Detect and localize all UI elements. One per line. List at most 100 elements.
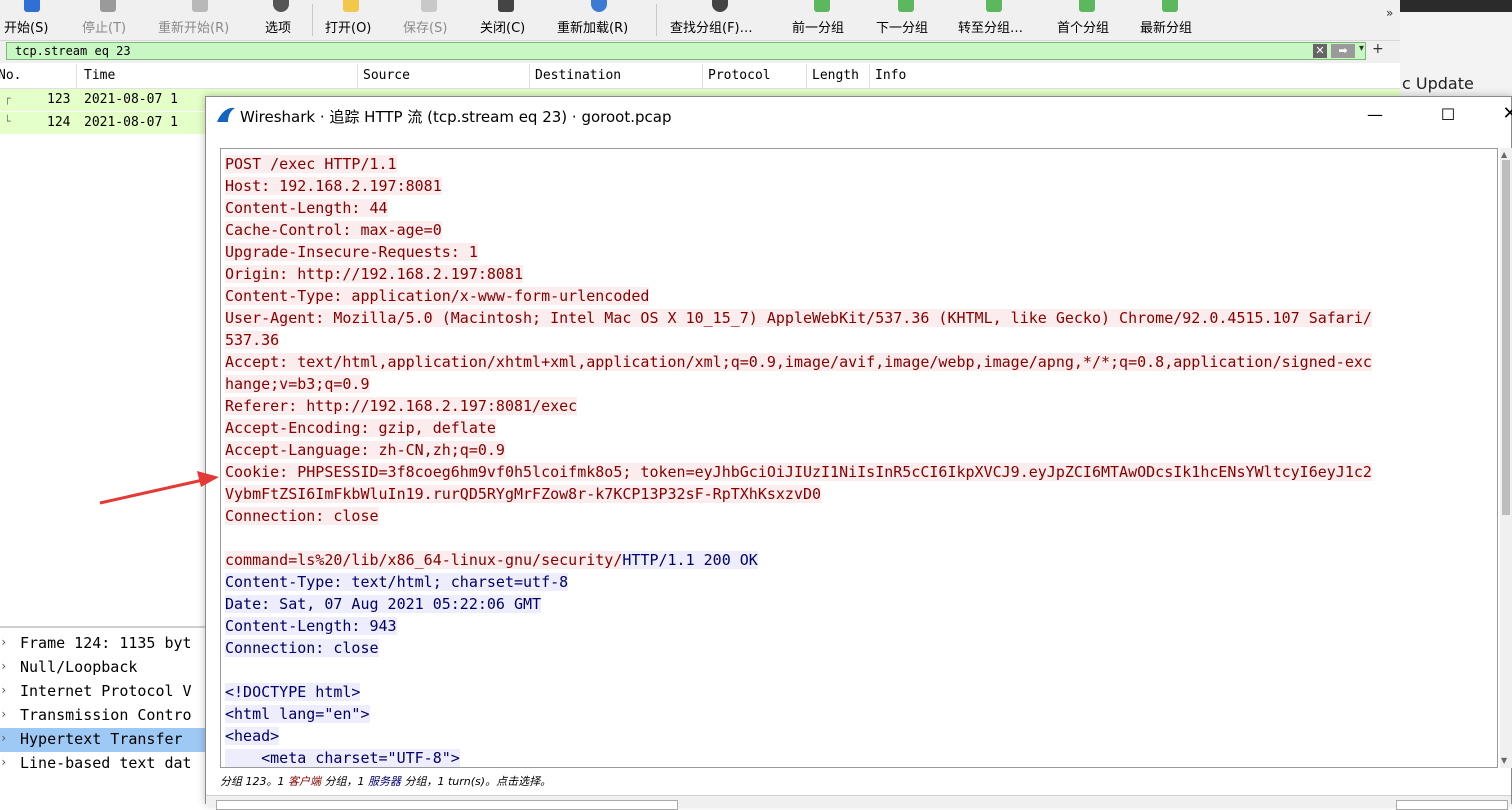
stream-line[interactable]: Content-Length: 44 (225, 197, 388, 219)
dialog-title: Wireshark · 追踪 HTTP 流 (tcp.stream eq 23)… (240, 108, 672, 126)
stream-line[interactable]: Cache-Control: max-age=0 (225, 219, 442, 241)
stream-line[interactable]: <meta charset="UTF-8"> (225, 747, 460, 767)
packet-number: 124 (47, 115, 71, 130)
stream-line-text: POST /exec HTTP/1.1 (225, 155, 397, 173)
stream-line-text: Content-Length: 44 (225, 199, 388, 217)
background-window-text: c Update (1402, 74, 1474, 93)
stream-line[interactable]: Host: 192.168.2.197:8081 (225, 175, 442, 197)
column-time[interactable]: Time (84, 68, 115, 83)
dialog-bottom-controls (206, 795, 1511, 810)
toolbar-separator (656, 4, 657, 36)
follow-http-stream-dialog: Wireshark · 追踪 HTTP 流 (tcp.stream eq 23)… (205, 96, 1512, 810)
conversation-select[interactable] (216, 800, 678, 810)
stream-line[interactable]: Date: Sat, 07 Aug 2021 05:22:06 GMT (225, 593, 542, 615)
column-length[interactable]: Length (812, 68, 859, 83)
stream-number-field[interactable] (1396, 800, 1508, 810)
stream-line-text: Connection: close (225, 639, 379, 657)
vertical-scrollbar[interactable]: ▲ ▼ (1500, 148, 1512, 768)
display-filter-input[interactable]: tcp.stream eq 23 ✕ ➡ ▾ (6, 42, 1366, 60)
stream-line[interactable]: Upgrade-Insecure-Requests: 1 (225, 241, 478, 263)
stream-line[interactable]: <!DOCTYPE html> (225, 681, 361, 703)
chevron-right-icon[interactable]: › (0, 755, 7, 769)
detail-item-null-loopback[interactable]: › Null/Loopback (0, 656, 210, 680)
toolbar-separator (312, 4, 313, 36)
stream-line[interactable]: Connection: close (225, 637, 379, 659)
stream-line[interactable]: Accept-Language: zh-CN,zh;q=0.9 (225, 439, 505, 461)
stream-line-text: Accept-Encoding: gzip, deflate (225, 419, 496, 437)
stream-line[interactable]: <html lang="en"> (225, 703, 370, 725)
scrollbar-thumb[interactable] (1502, 160, 1510, 515)
main-toolbar: 开始(S) 停止(T) 重新开始(R) 选项 打开(O) 保存(S) 关闭(C)… (0, 0, 1400, 41)
chevron-right-icon[interactable]: › (0, 707, 7, 721)
packet-number: 123 (47, 92, 71, 107)
stream-line[interactable]: <head> (225, 725, 280, 747)
column-no[interactable]: No. (0, 68, 21, 83)
display-filter-bar: tcp.stream eq 23 ✕ ➡ ▾ + (0, 41, 1400, 63)
chevron-right-icon[interactable]: › (0, 683, 7, 697)
stream-line[interactable]: Referer: http://192.168.2.197:8081/exec (225, 395, 578, 417)
stream-line[interactable]: User-Agent: Mozilla/5.0 (Macintosh; Inte… (225, 307, 1372, 329)
save-icon (421, 0, 437, 12)
chevron-right-icon[interactable]: › (0, 635, 7, 649)
background-window-titlebar (1400, 0, 1512, 12)
goto-icon (986, 0, 1002, 12)
add-filter-button-icon[interactable]: + (1372, 41, 1384, 57)
stream-line[interactable]: VybmFtZSI6ImFkbWluIn19.rurQD5RYgMrFZow8r… (225, 483, 822, 505)
column-info[interactable]: Info (875, 68, 906, 83)
maximize-icon[interactable]: ☐ (1436, 105, 1460, 125)
conversation-start-icon: ┌ (4, 92, 11, 105)
packet-time: 2021-08-07 1 (84, 92, 178, 107)
column-destination[interactable]: Destination (535, 68, 621, 83)
stream-line[interactable]: command=ls%20/lib/x86_64-linux-gnu/secur… (225, 549, 758, 571)
stream-line[interactable]: Content-Type: text/html; charset=utf-8 (225, 571, 569, 593)
stream-line-text: Accept: text/html,application/xhtml+xml,… (225, 353, 1372, 371)
stream-line-text: Content-Type: application/x-www-form-url… (225, 287, 650, 305)
arrow-left-icon (814, 0, 830, 12)
detail-item-frame[interactable]: › Frame 124: 1135 byt (0, 632, 210, 656)
apply-filter-icon[interactable]: ➡ (1331, 44, 1355, 58)
detail-item-text[interactable]: › Line-based text dat (0, 752, 210, 776)
reload-icon (591, 0, 607, 12)
chevron-right-icon[interactable]: › (0, 731, 7, 745)
column-protocol[interactable]: Protocol (708, 68, 771, 83)
stream-line[interactable]: Cookie: PHPSESSID=3f8coeg6hm9vf0h5lcoifm… (225, 461, 1372, 483)
stream-line-text: Host: 192.168.2.197:8081 (225, 177, 442, 195)
stream-line-text: <head> (225, 727, 280, 745)
stream-line[interactable]: Content-Type: application/x-www-form-url… (225, 285, 650, 307)
detail-item-ip[interactable]: › Internet Protocol V (0, 680, 210, 704)
packet-list-header: No. Time Source Destination Protocol Len… (0, 64, 1400, 89)
scroll-down-icon[interactable]: ▼ (1501, 756, 1507, 765)
arrow-down-icon (1162, 0, 1178, 12)
stream-line[interactable]: Accept-Encoding: gzip, deflate (225, 417, 496, 439)
close-icon[interactable]: ✕ (1498, 103, 1512, 124)
stream-line[interactable]: Content-Length: 943 (225, 615, 397, 637)
clear-filter-icon[interactable]: ✕ (1313, 44, 1327, 58)
stream-line[interactable]: Connection: close (225, 505, 379, 527)
column-source[interactable]: Source (363, 68, 410, 83)
stream-line-text: VybmFtZSI6ImFkbWluIn19.rurQD5RYgMrFZow8r… (225, 485, 822, 503)
stream-line[interactable]: Accept: text/html,application/xhtml+xml,… (225, 351, 1372, 373)
stream-line-text: User-Agent: Mozilla/5.0 (Macintosh; Inte… (225, 309, 1372, 327)
stream-line[interactable]: hange;v=b3;q=0.9 (225, 373, 370, 395)
chevron-down-icon[interactable]: ▾ (1359, 43, 1364, 54)
stream-line[interactable]: 537.36 (225, 329, 280, 351)
annotation-arrow-icon (99, 471, 219, 505)
filter-text: tcp.stream eq 23 (15, 44, 131, 58)
magnifier-icon (712, 0, 728, 12)
stream-line-text: Date: Sat, 07 Aug 2021 05:22:06 GMT (225, 595, 542, 613)
stream-line[interactable]: Origin: http://192.168.2.197:8081 (225, 263, 524, 285)
detail-item-http[interactable]: › Hypertext Transfer (0, 728, 210, 752)
stream-line-text: Accept-Language: zh-CN,zh;q=0.9 (225, 441, 505, 459)
stream-line-text: Upgrade-Insecure-Requests: 1 (225, 243, 478, 261)
minimize-icon[interactable]: — (1363, 105, 1387, 125)
stream-line-text: <meta charset="UTF-8"> (225, 749, 460, 767)
detail-item-tcp[interactable]: › Transmission Contro (0, 704, 210, 728)
stream-line[interactable]: POST /exec HTTP/1.1 (225, 153, 397, 175)
scroll-up-icon[interactable]: ▲ (1501, 150, 1507, 159)
chevron-right-icon[interactable]: › (0, 659, 7, 673)
toolbar-overflow-button[interactable]: » (1386, 6, 1393, 20)
stream-content[interactable]: POST /exec HTTP/1.1 Host: 192.168.2.197:8… (220, 148, 1498, 768)
arrow-up-icon (1079, 0, 1095, 12)
stream-line-text: Cookie: PHPSESSID=3f8coeg6hm9vf0h5lcoifm… (225, 463, 1372, 481)
pane-splitter[interactable] (0, 626, 210, 628)
